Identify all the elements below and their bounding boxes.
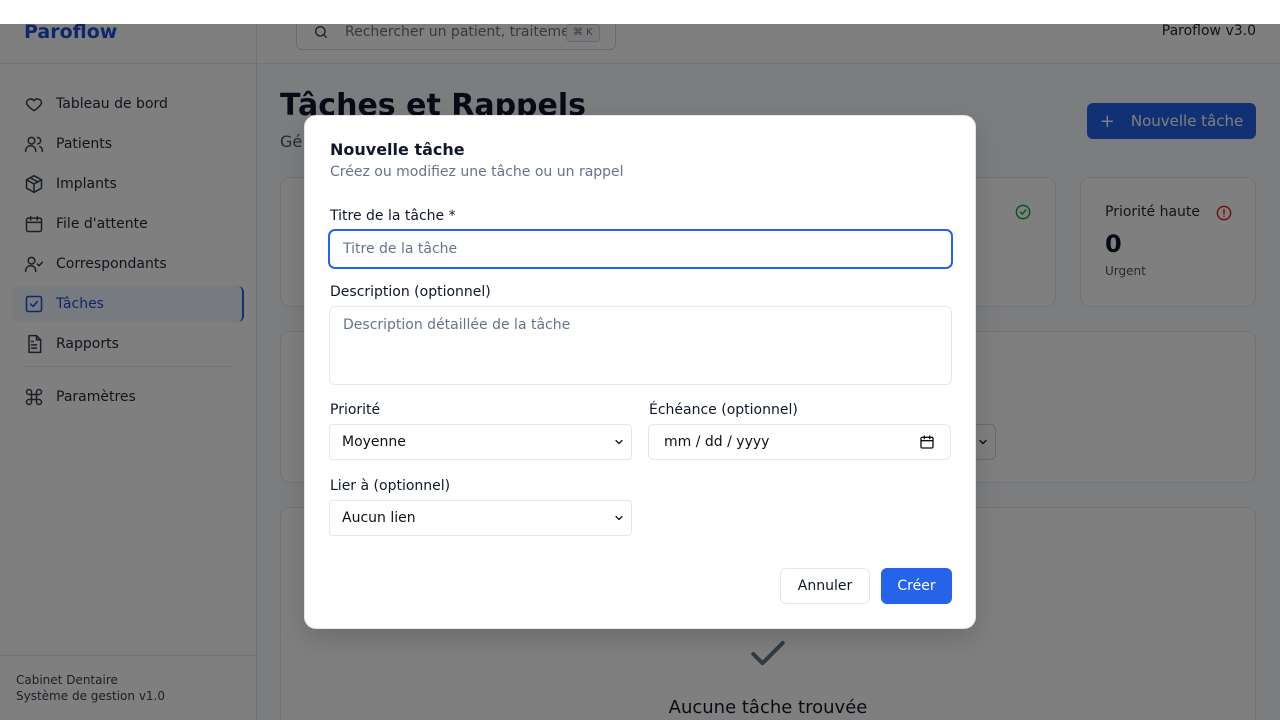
chevron-down-icon bbox=[615, 439, 623, 445]
new-task-dialog: Nouvelle tâche Créez ou modifiez une tâc… bbox=[304, 115, 976, 629]
top-strip bbox=[0, 0, 1280, 24]
cancel-button[interactable]: Annuler bbox=[780, 568, 870, 604]
create-button[interactable]: Créer bbox=[881, 568, 952, 604]
calendar-picker-icon[interactable] bbox=[919, 434, 935, 450]
description-label: Description (optionnel) bbox=[330, 284, 491, 300]
task-title-label: Titre de la tâche * bbox=[330, 208, 456, 224]
task-title-input[interactable] bbox=[329, 230, 952, 268]
priority-select-value: Moyenne bbox=[342, 434, 406, 450]
due-date-label: Échéance (optionnel) bbox=[649, 402, 798, 418]
due-date-placeholder: mm / dd / yyyy bbox=[664, 434, 770, 450]
link-select-value: Aucun lien bbox=[342, 510, 416, 526]
priority-select[interactable]: Moyenne bbox=[329, 424, 632, 460]
link-select[interactable]: Aucun lien bbox=[329, 500, 632, 536]
description-textarea[interactable] bbox=[329, 306, 952, 385]
dialog-subtitle: Créez ou modifiez une tâche ou un rappel bbox=[330, 164, 624, 180]
link-label: Lier à (optionnel) bbox=[330, 478, 451, 494]
priority-label: Priorité bbox=[330, 402, 381, 418]
due-date-input[interactable]: mm / dd / yyyy bbox=[648, 424, 951, 460]
dialog-title: Nouvelle tâche bbox=[330, 140, 465, 159]
chevron-down-icon bbox=[615, 515, 623, 521]
